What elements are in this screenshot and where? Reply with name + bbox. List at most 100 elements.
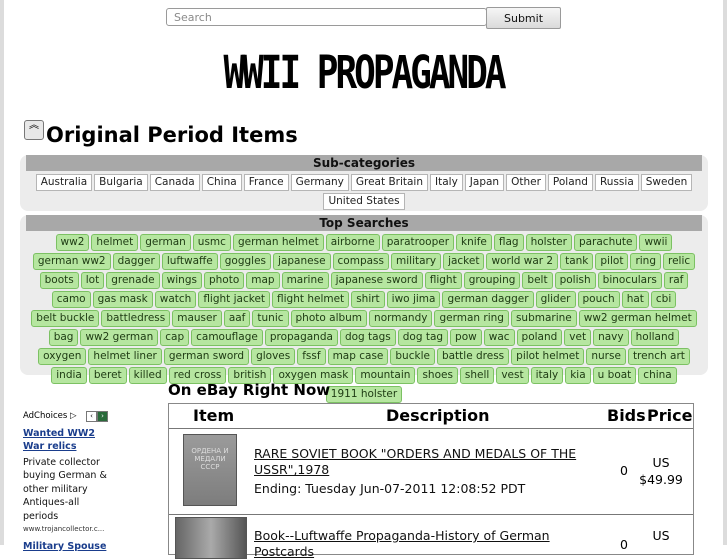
top-search-chip[interactable]: nurse (586, 348, 626, 365)
top-search-chip[interactable]: shell (459, 367, 495, 384)
top-search-chip[interactable]: trench art (627, 348, 690, 365)
ad-link-wanted-relics[interactable]: Wanted WW2 War relics (23, 427, 109, 454)
subcategory-chip[interactable]: Other (506, 174, 546, 191)
top-search-chip[interactable]: ww2 (55, 234, 90, 251)
top-search-chip[interactable]: compass (332, 253, 389, 270)
top-search-chip[interactable]: propaganda (264, 329, 338, 346)
top-search-chip[interactable]: mountain (355, 367, 416, 384)
top-search-chip[interactable]: paratrooper (381, 234, 455, 251)
subcategory-chip[interactable]: Japan (464, 174, 505, 191)
subcategory-chip[interactable]: Germany (290, 174, 349, 191)
top-search-chip[interactable]: grenade (106, 272, 160, 289)
top-search-chip[interactable]: aaf (223, 310, 251, 327)
top-search-chip[interactable]: camo (51, 291, 91, 308)
top-search-chip[interactable]: shirt (351, 291, 385, 308)
top-search-chip[interactable]: lot (80, 272, 105, 289)
adchoices-label[interactable]: AdChoices ▷ (23, 411, 77, 421)
listing-title-link[interactable]: Book--Luftwaffe Propaganda-History of Ge… (254, 528, 594, 560)
subcategory-chip[interactable]: Poland (547, 174, 593, 191)
top-search-chip[interactable]: vest (496, 367, 529, 384)
subcategory-chip[interactable]: Russia (594, 174, 639, 191)
top-search-chip[interactable]: japanese sword (330, 272, 423, 289)
top-search-chip[interactable]: military (391, 253, 442, 270)
top-search-chip[interactable]: world war 2 (486, 253, 559, 270)
top-search-chip[interactable]: cap (160, 329, 190, 346)
top-search-chip[interactable]: mauser (172, 310, 222, 327)
chevron-left-icon[interactable]: ‹ (86, 411, 97, 422)
top-search-chip[interactable]: parachute (573, 234, 638, 251)
top-search-chip[interactable]: flight helmet (272, 291, 350, 308)
top-search-chip[interactable]: iwo jima (386, 291, 441, 308)
top-search-chip[interactable]: dagger (112, 253, 160, 270)
top-search-chip[interactable]: raf (663, 272, 689, 289)
subcategory-chip[interactable]: Sweden (640, 174, 693, 191)
double-chevron-up-icon[interactable]: ︽ (24, 120, 44, 140)
top-search-chip[interactable]: submarine (510, 310, 577, 327)
top-search-chip[interactable]: killed (128, 367, 167, 384)
top-search-chip[interactable]: goggles (219, 253, 272, 270)
top-search-chip[interactable]: german sword (163, 348, 250, 365)
top-search-chip[interactable]: boots (39, 272, 79, 289)
top-search-chip[interactable]: battledress (101, 310, 171, 327)
listing-thumbnail[interactable] (175, 517, 247, 559)
top-search-chip[interactable]: china (638, 367, 677, 384)
top-search-chip[interactable]: polish (554, 272, 596, 289)
top-search-chip[interactable]: flight jacket (198, 291, 271, 308)
top-search-chip[interactable]: pilot (595, 253, 629, 270)
top-search-chip[interactable]: pouch (577, 291, 620, 308)
top-search-chip[interactable]: marine (281, 272, 329, 289)
ad-link-military-spouse[interactable]: Military Spouse (23, 540, 109, 554)
top-search-chip[interactable]: grouping (463, 272, 521, 289)
top-search-chip[interactable]: ring (630, 253, 661, 270)
top-search-chip[interactable]: relic (663, 253, 696, 270)
top-search-chip[interactable]: glider (535, 291, 576, 308)
top-search-chip[interactable]: photo (203, 272, 245, 289)
top-search-chip[interactable]: gas mask (92, 291, 153, 308)
top-search-chip[interactable]: pilot helmet (511, 348, 585, 365)
top-search-chip[interactable]: beret (88, 367, 127, 384)
top-search-chip[interactable]: italy (530, 367, 564, 384)
listing-title-link[interactable]: RARE SOVIET BOOK "ORDERS AND MEDALS OF T… (254, 446, 584, 478)
top-search-chip[interactable]: battle dress (436, 348, 510, 365)
top-search-chip[interactable]: buckle (390, 348, 435, 365)
top-search-chip[interactable]: map case (327, 348, 389, 365)
top-search-chip[interactable]: 1911 holster (325, 386, 403, 403)
top-search-chip[interactable]: german (140, 234, 191, 251)
top-search-chip[interactable]: binoculars (597, 272, 662, 289)
top-search-chip[interactable]: cbi (650, 291, 677, 308)
top-search-chip[interactable]: luftwaffe (161, 253, 218, 270)
top-search-chip[interactable]: german ww2 (32, 253, 111, 270)
top-search-chip[interactable]: oxygen (38, 348, 87, 365)
top-search-chip[interactable]: german dagger (442, 291, 534, 308)
top-search-chip[interactable]: jacket (443, 253, 485, 270)
subcategory-chip[interactable]: France (243, 174, 289, 191)
top-search-chip[interactable]: helmet liner (88, 348, 162, 365)
top-search-chip[interactable]: bag (48, 329, 79, 346)
top-search-chip[interactable]: ww2 german helmet (578, 310, 697, 327)
top-search-chip[interactable]: dog tags (339, 329, 396, 346)
top-search-chip[interactable]: map (246, 272, 280, 289)
subcategory-chip[interactable]: Italy (430, 174, 463, 191)
top-search-chip[interactable]: vet (564, 329, 592, 346)
top-search-chip[interactable]: helmet (91, 234, 139, 251)
top-search-chip[interactable]: usmc (192, 234, 231, 251)
top-search-chip[interactable]: ww2 german (80, 329, 159, 346)
top-search-chip[interactable]: wac (483, 329, 515, 346)
top-search-chip[interactable]: german ring (434, 310, 509, 327)
top-search-chip[interactable]: knife (456, 234, 492, 251)
top-search-chip[interactable]: tank (560, 253, 594, 270)
top-search-chip[interactable]: holland (630, 329, 680, 346)
top-search-chip[interactable]: fssf (297, 348, 326, 365)
top-search-chip[interactable]: navy (593, 329, 629, 346)
subcategory-chip[interactable]: Canada (149, 174, 200, 191)
top-search-chip[interactable]: belt (522, 272, 553, 289)
top-search-chip[interactable]: watch (154, 291, 197, 308)
top-search-chip[interactable]: shoes (417, 367, 458, 384)
subcategory-chip[interactable]: Bulgaria (94, 174, 148, 191)
top-search-chip[interactable]: german helmet (232, 234, 324, 251)
top-search-chip[interactable]: u boat (592, 367, 637, 384)
search-input[interactable] (166, 8, 487, 26)
top-search-chip[interactable]: flight (424, 272, 462, 289)
top-search-chip[interactable]: dog tag (397, 329, 449, 346)
top-search-chip[interactable]: wwii (639, 234, 673, 251)
